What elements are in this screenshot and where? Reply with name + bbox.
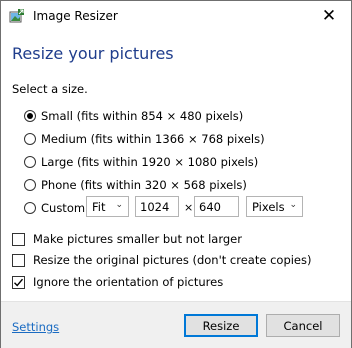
- ignore-orientation-checkbox[interactable]: [12, 275, 25, 289]
- close-icon: ✕: [321, 6, 337, 26]
- ignore-orientation-label: Ignore the orientation of pictures: [33, 275, 224, 289]
- shrink-only-label: Make pictures smaller but not larger: [33, 232, 242, 246]
- option-replace-originals[interactable]: Resize the original pictures (don't crea…: [12, 251, 312, 269]
- resize-options-panel: Select a size. Small (fits within 854 × …: [1, 71, 351, 301]
- replace-originals-checkbox[interactable]: [12, 253, 25, 267]
- chevron-down-icon: ⌄: [289, 200, 297, 210]
- page-heading: Resize your pictures: [12, 44, 174, 63]
- size-phone-radio[interactable]: [24, 179, 36, 191]
- chevron-down-icon: ⌄: [115, 200, 123, 210]
- shrink-only-checkbox[interactable]: [12, 232, 25, 246]
- custom-height-value: 640: [199, 199, 221, 214]
- custom-height-input[interactable]: 640: [194, 196, 239, 217]
- size-option-medium[interactable]: Medium (fits within 1366 × 768 pixels): [24, 129, 265, 149]
- size-option-large[interactable]: Large (fits within 1920 × 1080 pixels): [24, 152, 258, 172]
- size-custom-radio[interactable]: [24, 202, 36, 214]
- resize-button-label: Resize: [202, 318, 240, 333]
- dimension-separator: ×: [184, 201, 194, 214]
- close-button[interactable]: ✕: [307, 1, 351, 31]
- fit-mode-value: Fit: [92, 199, 106, 214]
- unit-dropdown[interactable]: Pixels ⌄: [246, 196, 303, 217]
- size-small-label: Small (fits within 854 × 480 pixels): [41, 109, 244, 123]
- size-phone-label: Phone (fits within 320 × 568 pixels): [41, 178, 247, 192]
- dialog-footer: Settings Resize Cancel: [1, 301, 351, 348]
- window-title: Image Resizer: [33, 9, 118, 23]
- custom-width-input[interactable]: 1024: [135, 196, 179, 217]
- option-shrink-only[interactable]: Make pictures smaller but not larger: [12, 230, 242, 248]
- custom-width-value: 1024: [140, 199, 170, 214]
- settings-link[interactable]: Settings: [12, 320, 59, 334]
- size-large-label: Large (fits within 1920 × 1080 pixels): [41, 155, 259, 169]
- title-bar: Image Resizer ✕: [1, 1, 351, 32]
- size-custom-label: Custom: [41, 201, 86, 215]
- option-ignore-orientation[interactable]: Ignore the orientation of pictures: [12, 273, 223, 291]
- unit-value: Pixels: [252, 199, 285, 214]
- size-option-custom[interactable]: Custom: [24, 198, 85, 218]
- size-medium-radio[interactable]: [24, 133, 36, 145]
- size-option-phone[interactable]: Phone (fits within 320 × 568 pixels): [24, 175, 247, 195]
- size-small-radio[interactable]: [24, 110, 36, 122]
- cancel-button-label: Cancel: [283, 318, 323, 333]
- app-icon: [9, 8, 25, 24]
- checkmark-icon: [14, 278, 24, 287]
- cancel-button[interactable]: Cancel: [266, 314, 340, 337]
- fit-mode-dropdown[interactable]: Fit ⌄: [86, 196, 129, 217]
- size-large-radio[interactable]: [24, 156, 36, 168]
- replace-originals-label: Resize the original pictures (don't crea…: [33, 253, 312, 267]
- resize-button[interactable]: Resize: [184, 314, 258, 337]
- image-resizer-window: Image Resizer ✕ Resize your pictures Sel…: [0, 0, 352, 348]
- select-size-label: Select a size.: [12, 82, 88, 96]
- size-medium-label: Medium (fits within 1366 × 768 pixels): [41, 132, 265, 146]
- size-option-small[interactable]: Small (fits within 854 × 480 pixels): [24, 106, 243, 126]
